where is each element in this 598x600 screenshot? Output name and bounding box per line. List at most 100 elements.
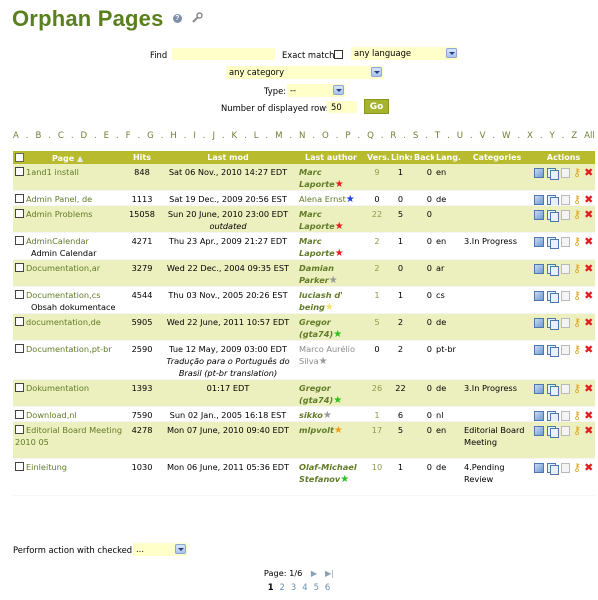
page-link[interactable]: documentation,de — [26, 317, 101, 327]
permissions-key-icon[interactable]: ⚷ — [573, 462, 581, 473]
permissions-key-icon[interactable]: ⚷ — [573, 194, 581, 205]
page-link[interactable]: AdminCalendar — [26, 236, 89, 246]
alpha-link-e[interactable]: E — [104, 131, 109, 141]
copy-icon[interactable] — [547, 209, 559, 222]
copy-icon[interactable] — [547, 167, 559, 180]
page-link[interactable]: 1and1 install — [26, 167, 79, 177]
paste-icon[interactable] — [561, 209, 570, 220]
vers-cell[interactable]: 5 — [365, 313, 389, 341]
language-select[interactable]: any language — [351, 47, 458, 60]
page-link[interactable]: Editorial Board Meeting 2010 05 — [15, 425, 122, 447]
edit-icon[interactable] — [534, 236, 544, 247]
row-checkbox[interactable] — [15, 317, 24, 326]
author-link[interactable]: Gregor (gta74) — [299, 383, 333, 405]
edit-icon[interactable] — [534, 209, 544, 220]
edit-icon[interactable] — [534, 462, 544, 473]
vers-cell[interactable]: 10 — [365, 458, 389, 496]
alpha-link-x[interactable]: X — [527, 131, 533, 141]
copy-icon[interactable] — [547, 263, 559, 276]
page-link[interactable]: Dokumentation — [26, 383, 89, 393]
type-select[interactable]: -- — [287, 84, 345, 97]
delete-icon[interactable]: ✖ — [584, 236, 593, 247]
copy-icon[interactable] — [547, 317, 559, 330]
col-page[interactable]: Page — [52, 154, 74, 163]
author-link[interactable]: mlpvolt — [299, 425, 334, 435]
author-link[interactable]: Marc Laporte — [299, 167, 335, 189]
row-checkbox[interactable] — [15, 167, 24, 176]
alpha-link-i[interactable]: I — [193, 131, 196, 141]
page-link[interactable]: Documentation,ar — [26, 263, 100, 273]
alpha-link-r[interactable]: R — [390, 131, 396, 141]
copy-icon[interactable] — [547, 236, 559, 249]
edit-icon[interactable] — [534, 383, 544, 394]
alpha-link-j[interactable]: J — [212, 131, 215, 141]
paste-icon[interactable] — [561, 410, 570, 421]
alpha-link-b[interactable]: B — [35, 131, 41, 141]
page-link-2[interactable]: 2 — [280, 582, 285, 592]
help-icon[interactable]: ? — [172, 13, 182, 23]
copy-icon[interactable] — [547, 410, 559, 421]
delete-icon[interactable]: ✖ — [584, 344, 593, 355]
alpha-link-g[interactable]: G — [147, 131, 154, 141]
page-link-3[interactable]: 3 — [291, 582, 296, 592]
delete-icon[interactable]: ✖ — [584, 209, 593, 220]
row-checkbox[interactable] — [15, 290, 24, 299]
author-link[interactable]: Alena Ernst — [299, 194, 346, 204]
edit-icon[interactable] — [534, 263, 544, 274]
paste-icon[interactable] — [561, 383, 570, 394]
row-checkbox[interactable] — [15, 383, 24, 392]
rows-input[interactable]: 50 — [327, 101, 357, 113]
alpha-link-w[interactable]: W — [502, 131, 511, 141]
alpha-link-p[interactable]: P — [345, 131, 350, 141]
col-vers[interactable]: Vers. — [365, 151, 389, 164]
edit-icon[interactable] — [534, 410, 544, 421]
permissions-key-icon[interactable]: ⚷ — [573, 236, 581, 247]
page-link[interactable]: Einleitung — [26, 462, 67, 472]
permissions-key-icon[interactable]: ⚷ — [573, 317, 581, 328]
paste-icon[interactable] — [561, 317, 570, 328]
col-links[interactable]: Links — [389, 151, 412, 164]
author-link[interactable]: sikko — [299, 410, 323, 420]
sort-asc-icon[interactable]: ▲ — [77, 154, 83, 163]
paste-icon[interactable] — [561, 344, 570, 355]
page-link[interactable]: Download,nl — [26, 410, 77, 420]
row-checkbox[interactable] — [15, 344, 24, 353]
alpha-link-c[interactable]: C — [58, 131, 64, 141]
next-page-icon[interactable]: ▶ — [311, 568, 317, 578]
vers-cell[interactable]: 26 — [365, 379, 389, 407]
find-input[interactable] — [172, 48, 275, 60]
alpha-link-o[interactable]: O — [322, 131, 329, 141]
row-checkbox[interactable] — [15, 425, 24, 434]
paste-icon[interactable] — [561, 194, 570, 205]
alpha-link-s[interactable]: S — [413, 131, 418, 141]
page-link-1[interactable]: 1 — [268, 582, 274, 592]
bulk-action-select[interactable]: ... — [133, 543, 187, 556]
col-lang[interactable]: Lang. — [434, 151, 462, 164]
col-lastmod[interactable]: Last mod — [159, 151, 297, 164]
alpha-link-h[interactable]: H — [170, 131, 176, 141]
copy-icon[interactable] — [547, 383, 559, 396]
delete-icon[interactable]: ✖ — [584, 462, 593, 473]
author-link[interactable]: luciash d' being — [299, 290, 343, 312]
alpha-link-k[interactable]: K — [232, 131, 238, 141]
edit-icon[interactable] — [534, 344, 544, 355]
page-link-4[interactable]: 4 — [302, 582, 307, 592]
row-checkbox[interactable] — [15, 410, 24, 419]
author-link[interactable]: Marc Laporte — [299, 209, 335, 231]
permissions-key-icon[interactable]: ⚷ — [573, 167, 581, 178]
delete-icon[interactable]: ✖ — [584, 383, 593, 394]
delete-icon[interactable]: ✖ — [584, 263, 593, 274]
paste-icon[interactable] — [561, 167, 570, 178]
copy-icon[interactable] — [547, 290, 559, 303]
vers-cell[interactable]: 9 — [365, 164, 389, 191]
delete-icon[interactable]: ✖ — [584, 410, 593, 421]
row-checkbox[interactable] — [15, 194, 24, 203]
alpha-link-l[interactable]: L — [254, 131, 259, 141]
alpha-link-t[interactable]: T — [435, 131, 440, 141]
alpha-link-z[interactable]: Z — [571, 131, 577, 141]
exact-match-checkbox[interactable] — [334, 50, 343, 59]
vers-cell[interactable]: 2 — [365, 232, 389, 260]
author-link[interactable]: Gregor (gta74) — [299, 317, 333, 339]
vers-cell[interactable]: 22 — [365, 205, 389, 233]
copy-icon[interactable] — [547, 425, 559, 438]
